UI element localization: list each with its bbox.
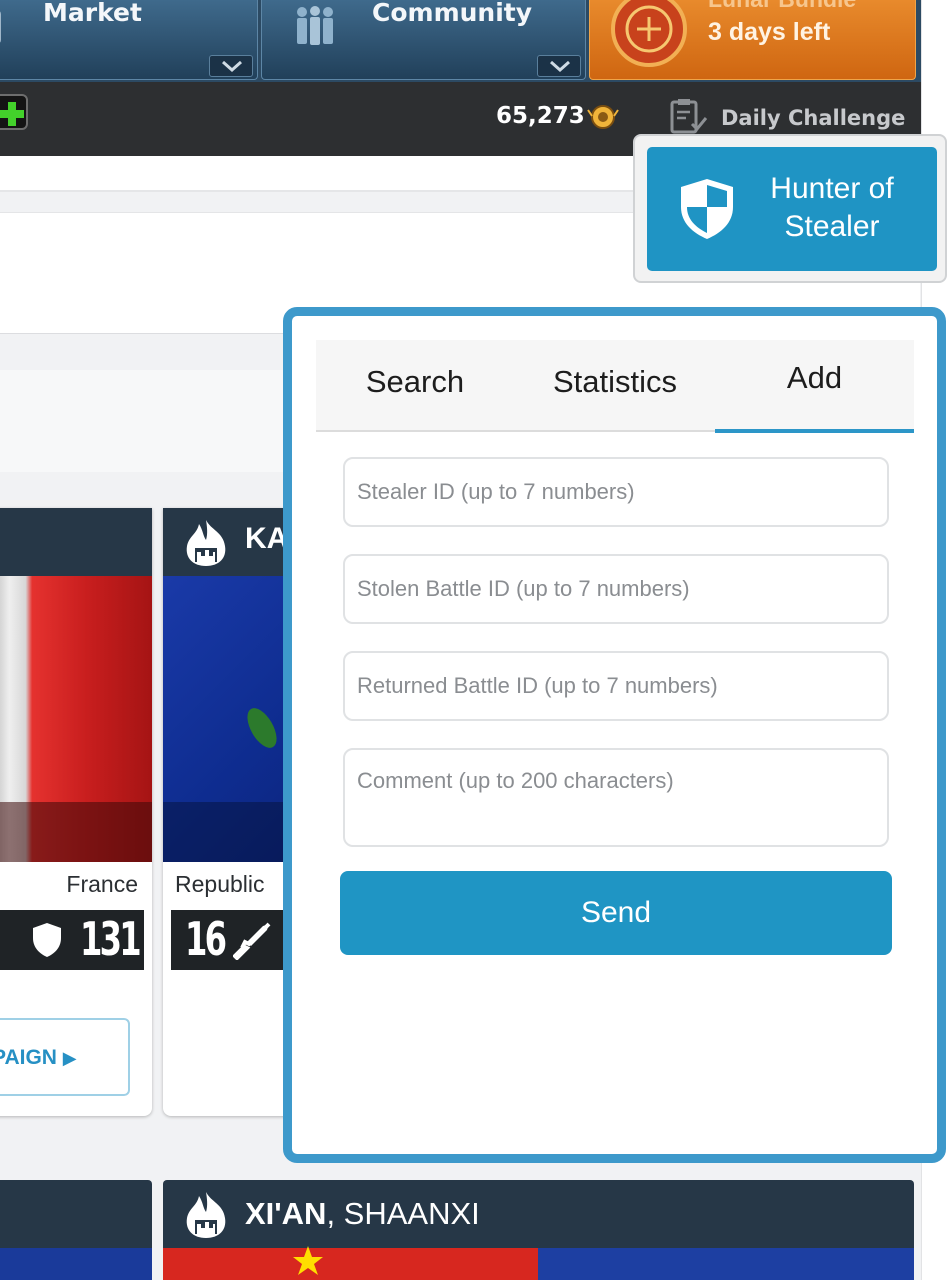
returned-battle-id-input[interactable] bbox=[343, 651, 889, 721]
send-button[interactable]: Send bbox=[340, 871, 892, 955]
hunter-of-stealer-button[interactable]: Hunter of Stealer bbox=[647, 147, 937, 271]
tab-add[interactable]: Add bbox=[715, 360, 914, 396]
campaign-card-partial[interactable] bbox=[0, 1180, 152, 1280]
hunter-popup: Search Statistics Add Send bbox=[283, 307, 946, 1163]
popup-tabs: Search Statistics Add bbox=[316, 340, 914, 433]
fire-icon bbox=[186, 1192, 226, 1238]
shield-icon bbox=[33, 923, 61, 957]
card-country: France bbox=[66, 871, 138, 897]
coin-balance: 65,273 bbox=[496, 103, 585, 129]
shield-icon bbox=[681, 179, 733, 239]
clipboard-icon bbox=[670, 99, 708, 134]
chevron-down-icon bbox=[222, 60, 242, 72]
add-currency-button[interactable] bbox=[0, 94, 28, 130]
comment-textarea[interactable] bbox=[343, 748, 889, 847]
defense-stat: 131 bbox=[0, 910, 144, 970]
community-label: Community bbox=[372, 0, 533, 27]
market-icon bbox=[0, 10, 1, 44]
market-dropdown-toggle[interactable] bbox=[209, 55, 253, 77]
lunar-bundle-days-left: 3 days left bbox=[708, 18, 831, 46]
card-region-name: , SHAANXI bbox=[326, 1196, 480, 1231]
market-nav-button[interactable]: Market bbox=[0, 0, 258, 80]
lunar-bundle-title: Lunar Bundle bbox=[708, 0, 856, 13]
active-tab-indicator bbox=[715, 429, 914, 433]
defense-value: 131 bbox=[80, 912, 142, 966]
france-flag bbox=[0, 576, 152, 862]
community-nav-button[interactable]: Community bbox=[261, 0, 586, 80]
lunar-bundle-icon bbox=[611, 0, 687, 67]
campaign-button[interactable]: PAIGN ▶ bbox=[0, 1018, 130, 1096]
community-dropdown-toggle[interactable] bbox=[537, 55, 581, 77]
attack-value: 16 bbox=[185, 912, 227, 966]
hunter-label-line1: Hunter of bbox=[770, 172, 894, 205]
hunter-of-stealer-widget: Hunter of Stealer bbox=[633, 134, 947, 283]
chevron-down-icon bbox=[550, 60, 570, 72]
campaign-card-xian[interactable]: XI'AN, SHAANXI bbox=[163, 1180, 914, 1280]
daily-challenge-link[interactable]: Daily Challenge bbox=[721, 106, 905, 130]
card-city-name: XI'AN bbox=[245, 1196, 327, 1231]
market-label: Market bbox=[43, 0, 142, 27]
star-icon bbox=[293, 1246, 323, 1275]
card-city-name: KA bbox=[245, 522, 289, 555]
play-icon: ▶ bbox=[62, 1048, 77, 1068]
fire-icon bbox=[186, 520, 226, 566]
plus-icon bbox=[0, 102, 24, 126]
campaign-card-france[interactable]: France 131 PAIGN ▶ bbox=[0, 508, 152, 1116]
hunter-label-line2: Stealer bbox=[784, 210, 880, 243]
card-country: Republic bbox=[175, 871, 265, 897]
card-city-title: XI'AN, SHAANXI bbox=[245, 1196, 480, 1232]
tab-search[interactable]: Search bbox=[316, 364, 514, 400]
lunar-bundle-button[interactable]: Lunar Bundle 3 days left bbox=[589, 0, 916, 80]
stealer-id-input[interactable] bbox=[343, 457, 889, 527]
tab-statistics[interactable]: Statistics bbox=[515, 364, 715, 400]
coin-icon bbox=[587, 105, 619, 129]
stolen-battle-id-input[interactable] bbox=[343, 554, 889, 624]
people-icon bbox=[297, 6, 333, 45]
card-header bbox=[0, 508, 152, 576]
top-navigation: Market Community Lunar Bundle 3 days lef… bbox=[0, 0, 921, 82]
campaign-button-label: PAIGN bbox=[0, 1046, 57, 1069]
sword-icon bbox=[233, 922, 271, 960]
